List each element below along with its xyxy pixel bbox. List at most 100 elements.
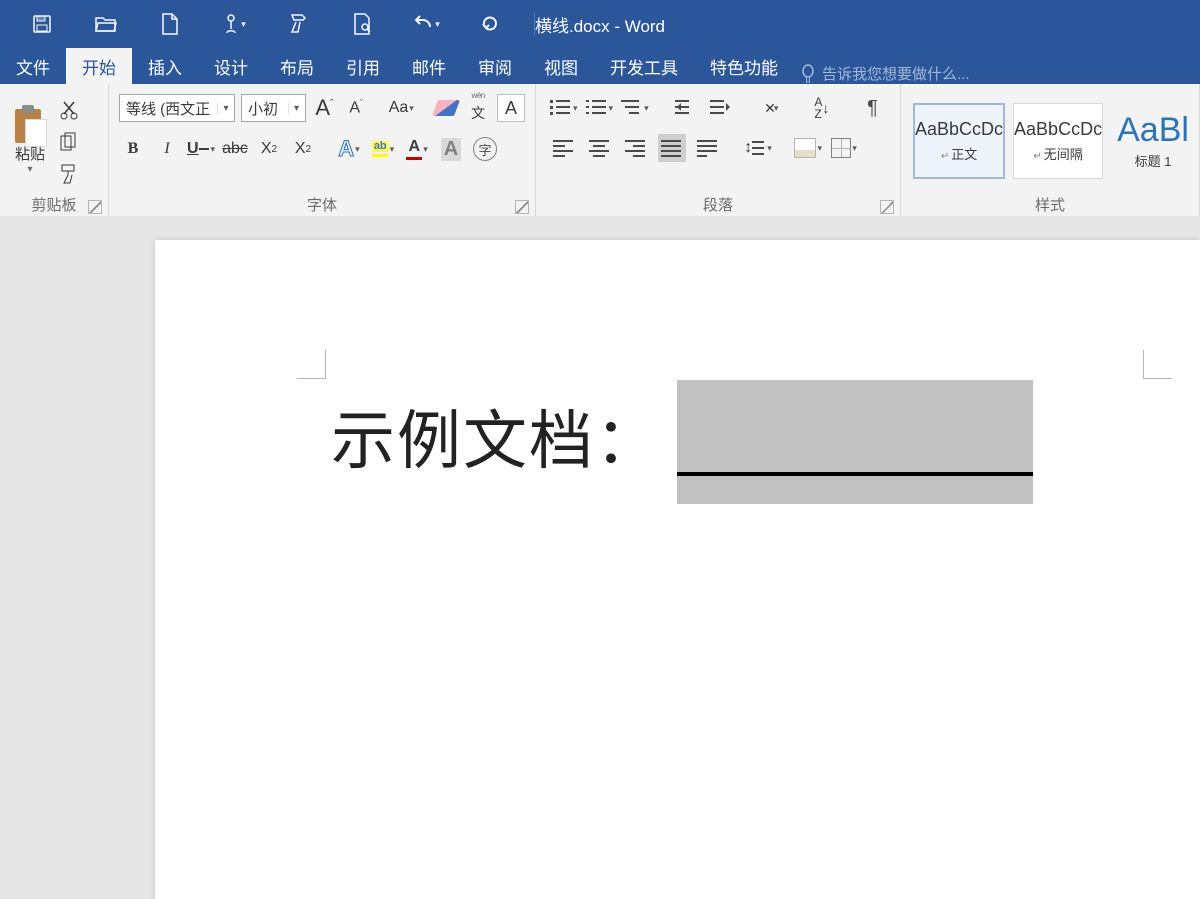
chevron-down-icon[interactable]: ▾: [217, 103, 234, 114]
tab-insert[interactable]: 插入: [132, 48, 198, 84]
document-text[interactable]: 示例文档：: [331, 390, 661, 482]
font-size-combo[interactable]: 小初 ▾: [241, 94, 306, 122]
dropdown-arrow-icon: ▾: [241, 19, 246, 30]
dropdown-arrow-icon: ▾: [435, 19, 440, 30]
style-heading-1[interactable]: AaBl 标题 1: [1111, 103, 1195, 179]
save-button[interactable]: [22, 0, 62, 48]
bold-button[interactable]: B: [119, 135, 147, 163]
group-font-label: 字体: [307, 194, 337, 215]
change-case-button[interactable]: Aa▾: [388, 94, 414, 122]
sort-button[interactable]: AZ↓: [808, 94, 835, 122]
align-center-button[interactable]: [586, 134, 614, 162]
cut-button[interactable]: [58, 99, 80, 121]
print-preview-button[interactable]: [342, 0, 382, 48]
align-left-button[interactable]: [550, 134, 578, 162]
tab-layout[interactable]: 布局: [264, 48, 330, 84]
show-marks-button[interactable]: ¶: [859, 94, 886, 122]
clipboard-launcher[interactable]: [88, 200, 102, 214]
multilevel-icon: [621, 99, 643, 117]
chevron-down-icon[interactable]: ▾: [288, 103, 305, 114]
tab-file[interactable]: 文件: [0, 48, 66, 84]
margin-marker-top-left: [297, 350, 326, 379]
group-clipboard-label: 剪贴板: [31, 194, 76, 215]
clear-format-button[interactable]: [434, 94, 460, 122]
shading-button[interactable]: ▾: [794, 134, 822, 162]
char-shading-button[interactable]: A: [437, 135, 465, 163]
touch-mode-button[interactable]: ▾: [214, 0, 254, 48]
format-brush-button[interactable]: [278, 0, 318, 48]
tab-design[interactable]: 设计: [198, 48, 264, 84]
tell-me-search[interactable]: 告诉我您想要做什么...: [800, 63, 970, 84]
justify-button[interactable]: [658, 134, 686, 162]
paste-label: 粘贴: [15, 147, 45, 164]
new-doc-button[interactable]: [150, 0, 190, 48]
increase-indent-button[interactable]: [707, 94, 734, 122]
style-normal[interactable]: AaBbCcDc ↵正文: [913, 103, 1005, 179]
bullets-icon: [550, 99, 572, 117]
underline-button[interactable]: U ▾: [187, 135, 215, 163]
tab-mailings[interactable]: 邮件: [396, 48, 462, 84]
tab-review[interactable]: 审阅: [462, 48, 528, 84]
group-paragraph-label: 段落: [703, 194, 733, 215]
margin-marker-top-right: [1143, 350, 1172, 379]
font-name-combo[interactable]: 等线 (西文正 ▾: [119, 94, 235, 122]
strikethrough-button[interactable]: abc: [221, 135, 249, 163]
line-spacing-button[interactable]: ↕ ▾: [744, 134, 772, 162]
superscript-button[interactable]: X2: [289, 135, 317, 163]
numbering-icon: [586, 99, 608, 117]
ribbon: 粘贴 ▾ 剪贴板 等线 (西文: [0, 84, 1200, 217]
decrease-indent-button[interactable]: [672, 94, 699, 122]
font-size-value: 小初: [242, 98, 288, 119]
borders-button[interactable]: ▾: [830, 134, 858, 162]
group-font: 等线 (西文正 ▾ 小初 ▾ Aˆ Aˇ Aa▾ 文 A B I: [109, 84, 536, 216]
align-right-button[interactable]: [622, 134, 650, 162]
undo-button[interactable]: ▾: [406, 0, 446, 48]
underline-rule: [677, 472, 1033, 476]
group-styles: AaBbCcDc ↵正文 AaBbCcDc ↵无间隔 AaBl 标题 1 样式: [901, 84, 1200, 216]
borders-icon: [831, 138, 851, 158]
distribute-button[interactable]: [694, 134, 722, 162]
style-no-spacing[interactable]: AaBbCcDc ↵无间隔: [1013, 103, 1103, 179]
tab-home[interactable]: 开始: [66, 48, 132, 84]
eraser-icon: [432, 100, 460, 116]
font-color-button[interactable]: A ▾: [403, 135, 431, 163]
group-paragraph: ▾ ▾ ▾: [536, 84, 901, 216]
open-button[interactable]: [86, 0, 126, 48]
grow-font-button[interactable]: Aˆ: [312, 94, 338, 122]
multilevel-list-button[interactable]: ▾: [621, 94, 649, 122]
dropdown-arrow-icon[interactable]: ▾: [27, 164, 32, 175]
paste-button[interactable]: 粘贴 ▾: [8, 105, 52, 175]
paragraph-launcher[interactable]: [880, 200, 894, 214]
tab-view[interactable]: 视图: [528, 48, 594, 84]
outdent-icon: [675, 99, 697, 117]
selection-highlight[interactable]: [677, 380, 1033, 504]
highlight-button[interactable]: ab ▾: [369, 135, 397, 163]
paste-icon: [13, 105, 47, 145]
numbering-button[interactable]: ▾: [586, 94, 614, 122]
group-clipboard: 粘贴 ▾ 剪贴板: [0, 84, 109, 216]
text-effects-button[interactable]: A▾: [335, 135, 363, 163]
shrink-font-button[interactable]: Aˇ: [343, 94, 369, 122]
tab-special[interactable]: 特色功能: [694, 48, 794, 84]
title-bar: ▾ ▾ 横线.docx - Word: [0, 0, 1200, 48]
phonetic-guide-button[interactable]: 文: [465, 94, 491, 122]
enclose-char-button[interactable]: 字: [471, 135, 499, 163]
tab-references[interactable]: 引用: [330, 48, 396, 84]
char-border-button[interactable]: A: [497, 94, 525, 122]
quick-access-toolbar: ▾ ▾: [0, 0, 535, 48]
redo-button[interactable]: [470, 0, 510, 48]
asian-layout-button[interactable]: ✕▾: [758, 94, 785, 122]
format-painter-button[interactable]: [58, 163, 80, 185]
tab-developer[interactable]: 开发工具: [594, 48, 694, 84]
tell-me-label: 告诉我您想要做什么...: [822, 63, 970, 84]
group-styles-label: 样式: [1035, 194, 1065, 215]
bullets-button[interactable]: ▾: [550, 94, 578, 122]
italic-button[interactable]: I: [153, 135, 181, 163]
document-canvas[interactable]: 示例文档：: [0, 216, 1200, 899]
copy-button[interactable]: [58, 131, 80, 153]
subscript-button[interactable]: X2: [255, 135, 283, 163]
page[interactable]: 示例文档：: [155, 240, 1200, 899]
ribbon-tabs: 文件 开始 插入 设计 布局 引用 邮件 审阅 视图 开发工具 特色功能 告诉我…: [0, 48, 1200, 84]
font-launcher[interactable]: [515, 200, 529, 214]
font-name-value: 等线 (西文正: [120, 98, 217, 119]
